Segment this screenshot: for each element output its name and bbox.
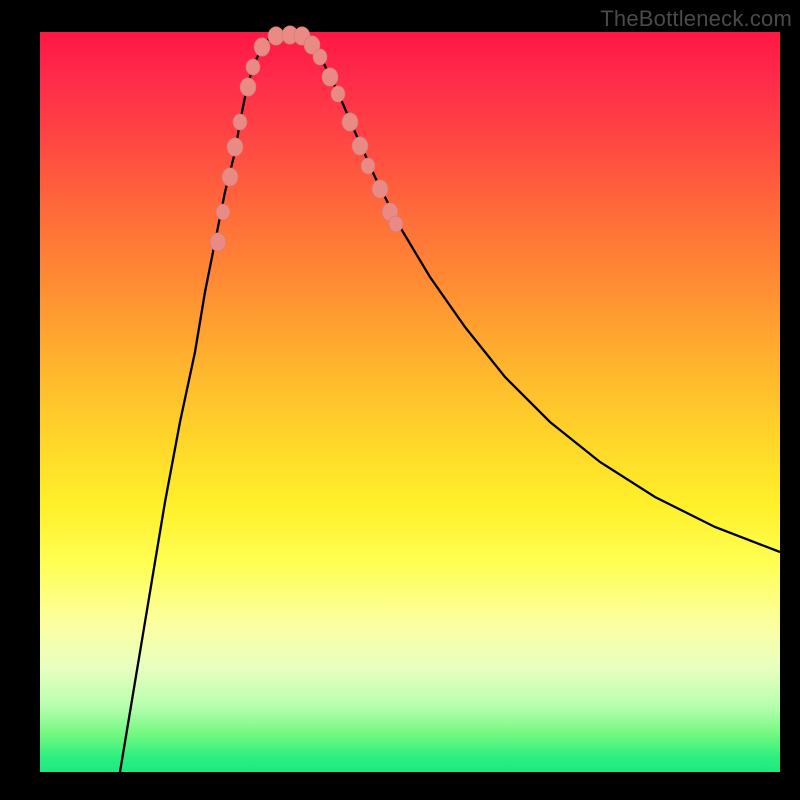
curve-marker <box>210 233 226 251</box>
chart-svg <box>40 32 780 772</box>
plot-area <box>40 32 780 772</box>
curve-marker <box>222 168 238 186</box>
curve-marker <box>372 180 388 198</box>
curve-marker <box>268 27 284 45</box>
curve-marker <box>227 138 243 156</box>
curve-marker <box>361 158 375 174</box>
curve-marker <box>216 204 230 220</box>
curve-marker <box>352 137 368 155</box>
curve-marker <box>389 216 403 232</box>
chart-frame: TheBottleneck.com <box>0 0 800 800</box>
curve-markers <box>210 26 403 251</box>
curve-marker <box>254 38 270 56</box>
curve-left <box>120 37 270 772</box>
curve-right <box>305 37 780 552</box>
curve-marker <box>342 113 358 131</box>
curve-marker <box>240 78 256 96</box>
curve-marker <box>322 68 338 86</box>
curve-marker <box>233 114 247 130</box>
curve-marker <box>331 86 345 102</box>
curve-marker <box>246 59 260 75</box>
curve-marker <box>313 49 327 65</box>
watermark-text: TheBottleneck.com <box>600 6 792 32</box>
